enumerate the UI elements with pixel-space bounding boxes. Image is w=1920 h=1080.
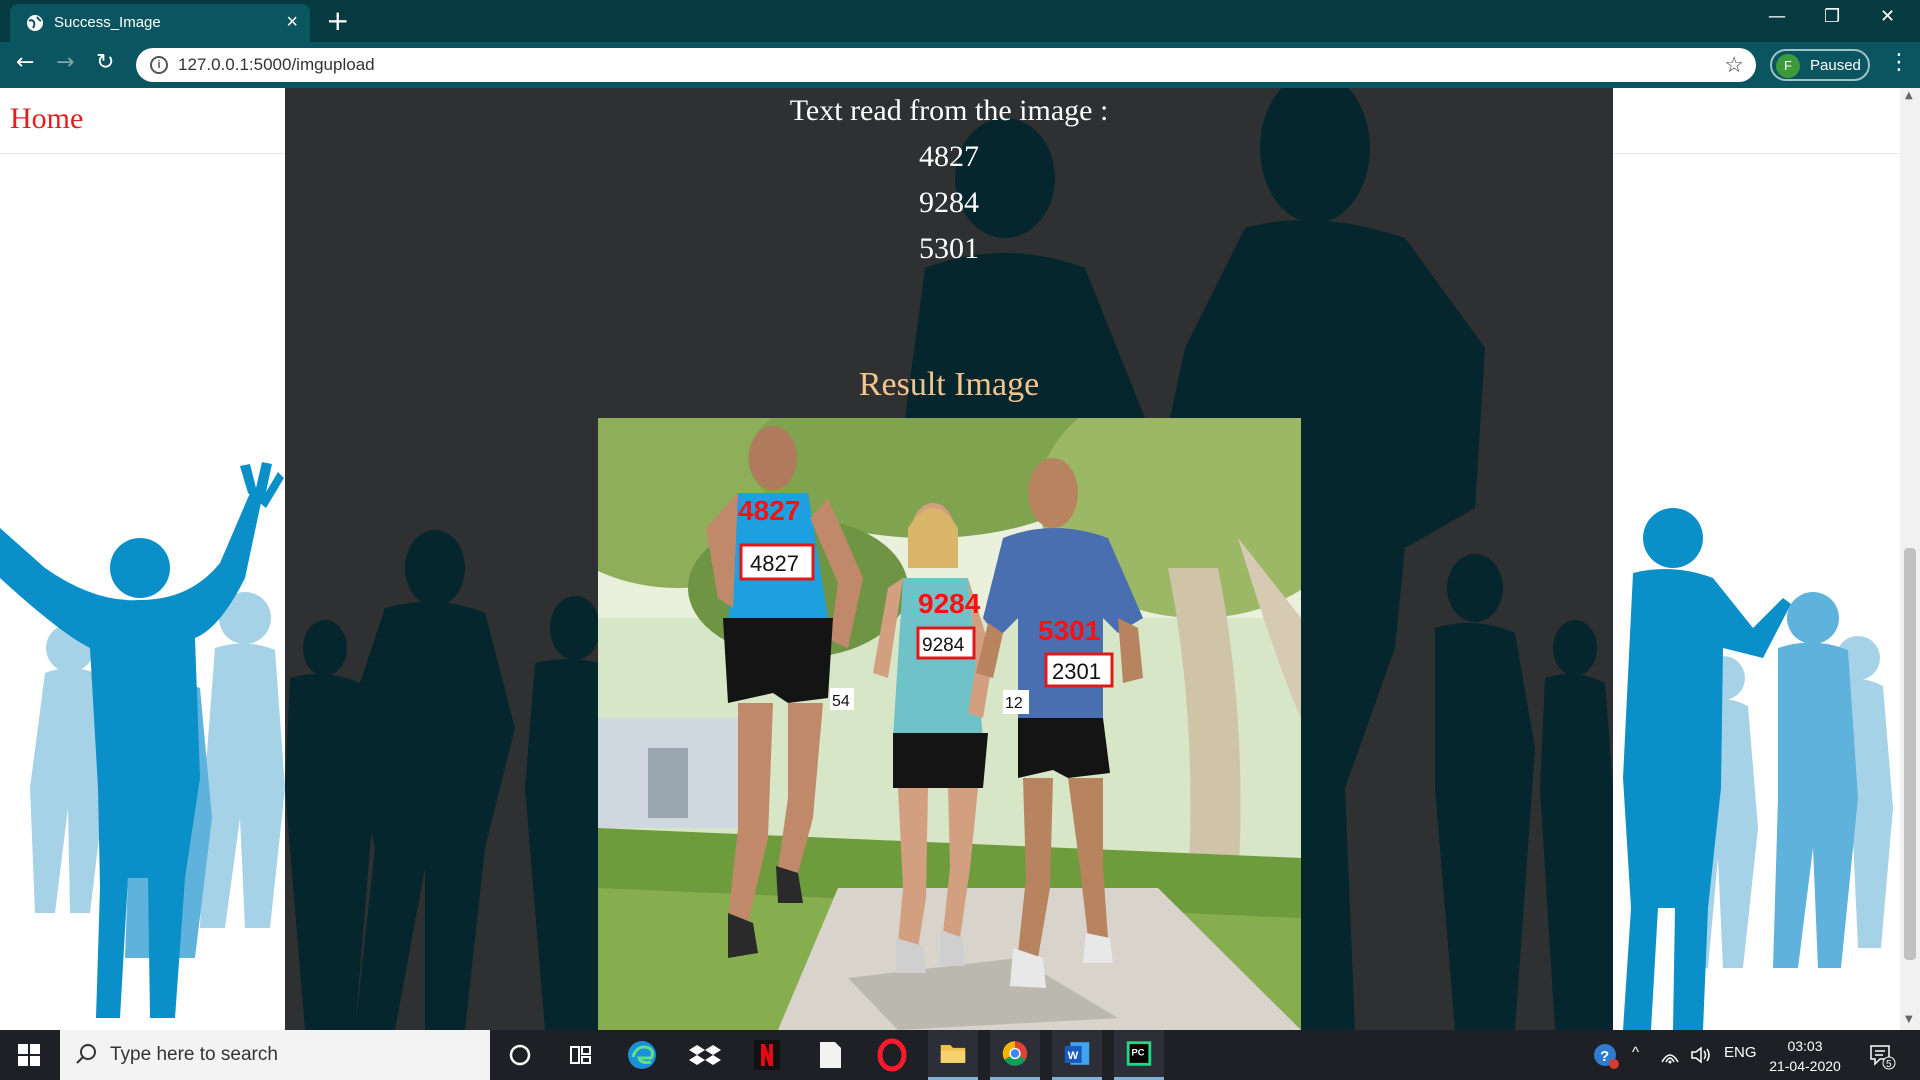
word-icon[interactable]: W <box>1052 1030 1102 1080</box>
right-runners-illustration <box>1623 508 1893 1030</box>
clock[interactable]: 03:03 21-04-2020 <box>1760 1036 1850 1076</box>
chrome-icon[interactable] <box>990 1030 1040 1080</box>
result-panel: Text read from the image : 4827 9284 530… <box>285 88 1613 1030</box>
close-window-icon[interactable]: ✕ <box>1880 6 1895 27</box>
windows-taskbar: Type here to search W PC ? ^ ENG 03:03 2… <box>0 1030 1920 1080</box>
edge-icon[interactable] <box>617 1030 667 1080</box>
search-icon <box>76 1044 96 1064</box>
tab-title: Success_Image <box>54 14 161 31</box>
profile-button[interactable]: F Paused <box>1770 49 1870 81</box>
avatar: F <box>1776 54 1800 78</box>
wifi-icon[interactable] <box>1660 1046 1680 1064</box>
detected-number-label: 5301 <box>1038 615 1100 646</box>
tab-close-icon[interactable]: × <box>286 11 298 34</box>
notification-count: 5 <box>1886 1059 1892 1070</box>
scroll-down-icon[interactable]: ▼ <box>1905 1014 1913 1025</box>
file-explorer-icon[interactable] <box>928 1030 978 1080</box>
bib-label: 4827 <box>750 551 799 576</box>
cortana-icon[interactable] <box>495 1030 545 1080</box>
notification-icon[interactable]: 5 <box>1868 1042 1896 1070</box>
svg-text:PC: PC <box>1131 1046 1144 1057</box>
volume-icon[interactable] <box>1690 1046 1712 1064</box>
partial-bib-label: 54 <box>832 693 850 710</box>
home-link[interactable]: Home <box>10 102 83 136</box>
pycharm-icon[interactable]: PC <box>1114 1030 1164 1080</box>
left-runners-illustration <box>0 462 285 1018</box>
reload-icon[interactable]: ↻ <box>96 50 114 75</box>
bookmark-star-icon[interactable]: ☆ <box>1724 52 1744 78</box>
clock-date: 21-04-2020 <box>1769 1058 1841 1074</box>
restore-icon[interactable]: ❐ <box>1824 6 1840 27</box>
globe-icon <box>27 15 43 31</box>
profile-status: Paused <box>1810 57 1861 74</box>
bib-label: 9284 <box>922 635 965 656</box>
forward-arrow-icon[interactable]: → <box>56 50 74 75</box>
clock-time: 03:03 <box>1787 1038 1823 1054</box>
browser-toolbar: ← → ↻ i 127.0.0.1:5000/imgupload ☆ F Pau… <box>0 42 1920 88</box>
partial-bib-label: 12 <box>1005 695 1023 712</box>
back-arrow-icon[interactable]: ← <box>16 50 34 75</box>
extracted-number: 4827 <box>919 140 979 173</box>
language-indicator[interactable]: ENG <box>1724 1044 1757 1061</box>
extracted-text-heading: Text read from the image : <box>789 94 1109 127</box>
browser-tab-bar: Success_Image × + — ❐ ✕ <box>0 0 1920 42</box>
browser-tab[interactable]: Success_Image × <box>10 4 310 42</box>
result-image: 54 12 4827 4827 9284 9284 2301 5301 <box>598 418 1301 1030</box>
search-placeholder: Type here to search <box>110 1044 278 1065</box>
help-icon[interactable]: ? <box>1592 1042 1620 1070</box>
scroll-up-icon[interactable]: ▲ <box>1905 90 1913 101</box>
netflix-icon[interactable] <box>742 1030 792 1080</box>
new-tab-plus-icon[interactable]: + <box>326 4 349 37</box>
svg-text:?: ? <box>1600 1048 1609 1065</box>
windows-start-icon[interactable] <box>18 1044 40 1066</box>
scrollbar-thumb[interactable] <box>1904 548 1916 960</box>
result-image-title: Result Image <box>858 366 1040 403</box>
page-viewport: Home Text read from the image: 4827 928… <box>0 88 1920 1030</box>
minimize-icon[interactable]: — <box>1768 6 1786 27</box>
taskbar-search-box[interactable]: Type here to search <box>60 1030 490 1080</box>
task-view-icon[interactable] <box>555 1030 605 1080</box>
address-bar[interactable]: i 127.0.0.1:5000/imgupload ☆ <box>136 48 1756 82</box>
detected-number-label: 9284 <box>918 588 981 619</box>
svg-text:W: W <box>1068 1050 1079 1062</box>
chevron-up-icon[interactable]: ^ <box>1632 1044 1639 1061</box>
dropbox-icon[interactable] <box>680 1030 730 1080</box>
opera-icon[interactable] <box>867 1030 917 1080</box>
site-info-icon[interactable]: i <box>150 56 168 74</box>
bib-label: 2301 <box>1052 659 1101 684</box>
address-url[interactable]: 127.0.0.1:5000/imgupload <box>178 55 375 75</box>
extracted-number: 5301 <box>919 232 979 265</box>
page-scrollbar[interactable]: ▲ ▼ <box>1900 88 1920 1030</box>
browser-menu-icon[interactable]: ⋮ <box>1888 50 1910 75</box>
detected-number-label: 4827 <box>738 495 800 526</box>
extracted-number: 9284 <box>919 186 979 219</box>
document-icon[interactable] <box>805 1030 855 1080</box>
